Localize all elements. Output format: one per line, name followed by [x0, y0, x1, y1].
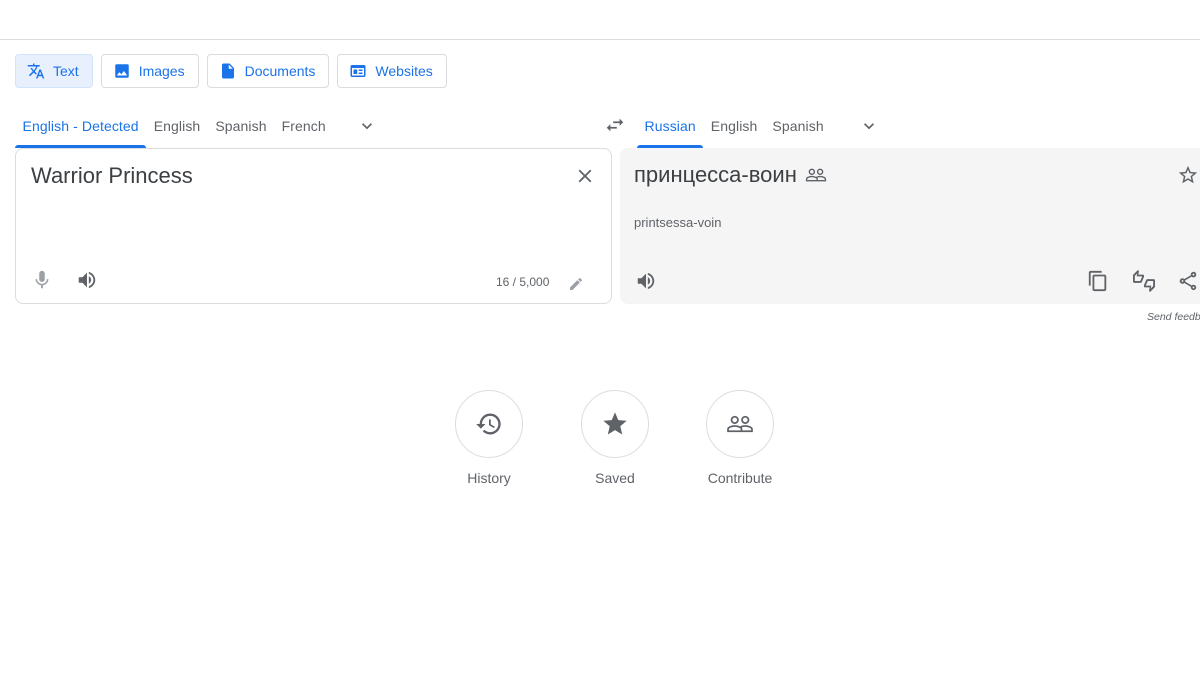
mode-tab-images[interactable]: Images [100, 54, 199, 88]
history-button[interactable]: History [439, 390, 539, 486]
image-icon [114, 64, 129, 78]
source-lang-spanish[interactable]: Spanish [208, 104, 274, 148]
character-count: 16 / 5,000 [496, 275, 550, 289]
translation-output: принцесса-воин [634, 162, 827, 188]
swap-languages-button[interactable] [600, 110, 630, 140]
rate-translation-button[interactable] [1126, 263, 1162, 299]
transliteration-text: printsessa-voin [634, 215, 722, 230]
share-icon [1179, 271, 1197, 291]
mode-tab-label: Documents [244, 63, 316, 79]
copy-icon [1088, 270, 1107, 292]
mode-tab-documents[interactable]: Documents [206, 54, 330, 88]
mode-tab-text[interactable]: Text [15, 54, 93, 88]
website-icon [350, 65, 366, 77]
star-icon [603, 412, 627, 435]
document-icon [221, 63, 234, 79]
swap-icon [606, 118, 624, 132]
people-icon [727, 415, 753, 433]
thumbs-up-down-icon [1133, 270, 1155, 292]
source-language-bar: English - Detected English Spanish Frenc… [15, 104, 387, 148]
contribute-label: Contribute [707, 470, 773, 486]
source-lang-detected[interactable]: English - Detected [15, 104, 147, 148]
listen-source-button[interactable] [69, 262, 105, 298]
source-lang-english[interactable]: English [146, 104, 208, 148]
share-translation-button[interactable] [1170, 263, 1200, 299]
mode-tab-label: Websites [375, 63, 433, 79]
chevron-down-icon [362, 123, 373, 130]
target-language-bar: Russian English Spanish [637, 104, 889, 148]
saved-circle[interactable] [581, 390, 649, 458]
target-lang-english[interactable]: English [703, 104, 765, 148]
mode-tab-websites[interactable]: Websites [337, 54, 447, 88]
source-lang-french[interactable]: French [274, 104, 333, 148]
microphone-icon [35, 270, 49, 289]
listen-translation-button[interactable] [628, 263, 664, 299]
chevron-down-icon [864, 123, 875, 130]
speaker-icon [78, 271, 96, 289]
translation-panel: принцесса-воин printsessa-voin [620, 148, 1200, 304]
mode-tab-label: Text [53, 63, 79, 79]
target-more-languages-button[interactable] [849, 104, 889, 148]
source-text-input[interactable]: Warrior Princess [31, 163, 193, 189]
contribute-circle[interactable] [706, 390, 774, 458]
history-label: History [467, 470, 511, 486]
saved-label: Saved [595, 470, 635, 486]
voice-input-button[interactable] [24, 262, 60, 298]
mode-tabs: Text Images Documents Websites [15, 54, 447, 88]
contribute-button[interactable]: Contribute [690, 390, 790, 486]
source-more-languages-button[interactable] [347, 104, 387, 148]
save-translation-button[interactable] [1170, 157, 1200, 193]
source-text-panel: Warrior Princess 16 / 5,000 [15, 148, 612, 304]
mode-tab-label: Images [138, 63, 185, 79]
verified-translation-icon[interactable] [805, 164, 827, 186]
history-circle[interactable] [455, 390, 523, 458]
target-lang-russian[interactable]: Russian [637, 104, 704, 148]
clear-text-button[interactable] [567, 158, 603, 194]
translate-icon [27, 63, 45, 79]
header-divider [0, 39, 1200, 40]
history-icon [476, 413, 501, 435]
translate-page: Text Images Documents Websites English -… [0, 0, 1200, 675]
target-lang-spanish[interactable]: Spanish [765, 104, 831, 148]
star-outline-icon [1178, 165, 1198, 184]
saved-button[interactable]: Saved [565, 390, 665, 486]
close-icon [578, 169, 592, 183]
pencil-icon [570, 277, 583, 290]
speaker-icon [637, 272, 655, 290]
send-feedback-link[interactable]: Send feedback [1147, 311, 1200, 323]
copy-translation-button[interactable] [1080, 263, 1116, 299]
edit-button[interactable] [559, 267, 593, 301]
translation-text: принцесса-воин [634, 162, 797, 187]
